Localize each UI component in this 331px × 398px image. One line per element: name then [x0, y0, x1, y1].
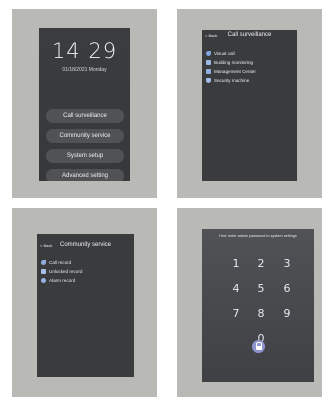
header: < Back Call surveillance: [202, 30, 297, 42]
key-8[interactable]: 8: [251, 307, 271, 320]
key-1[interactable]: 1: [226, 257, 246, 270]
call-record-icon: [41, 260, 46, 265]
menu-item-building-monitoring[interactable]: Building monitoring: [206, 60, 253, 65]
menu-item-label: Unlocked record: [49, 269, 83, 274]
menu-item-label: Call record: [49, 260, 72, 265]
lock-icon-body: [255, 345, 262, 350]
community-service-screen: < Back Community service Call record Unl…: [37, 234, 134, 377]
menu-item-call-record[interactable]: Call record: [41, 260, 71, 265]
panel-call-surveillance: < Back Call surveillance Visual call Bui…: [177, 9, 322, 198]
menu-item-management-center[interactable]: Management Center: [206, 69, 256, 74]
menu-item-label: Security machine: [214, 78, 250, 83]
menu-item-label: Building monitoring: [214, 60, 254, 65]
clock-time: 14 29: [51, 39, 118, 63]
menu-item-alarm-record[interactable]: Alarm record: [41, 278, 75, 283]
shield-icon: [206, 78, 211, 83]
keypad-screen: Hint: enter admin password to system set…: [202, 229, 314, 382]
key-3[interactable]: 3: [277, 257, 297, 270]
phone-icon: [206, 51, 211, 56]
key-7[interactable]: 7: [226, 307, 246, 320]
panel-community-service: < Back Community service Call record Unl…: [12, 208, 157, 397]
clock-date: 01/18/2021 Monday: [62, 67, 107, 73]
header: < Back Community service: [37, 240, 134, 252]
key-6[interactable]: 6: [277, 282, 297, 295]
key-5[interactable]: 5: [251, 282, 271, 295]
panel-home: 14 29 01/18/2021 Monday Call surveillanc…: [12, 9, 157, 198]
menu-item-unlocked-record[interactable]: Unlocked record: [41, 269, 82, 274]
building-icon: [206, 69, 211, 74]
key-4[interactable]: 4: [226, 282, 246, 295]
call-surveillance-button[interactable]: Call surveillance: [46, 109, 124, 123]
page-title: Call surveillance: [227, 32, 272, 38]
menu-item-label: Visual call: [214, 51, 235, 56]
key-9[interactable]: 9: [277, 307, 297, 320]
advanced-setting-button[interactable]: Advanced setting: [46, 169, 124, 181]
password-hint: Hint: enter admin password to system set…: [219, 234, 297, 238]
unlock-button[interactable]: [252, 340, 265, 353]
menu-item-label: Management Center: [214, 69, 256, 74]
panel-keypad: Hint: enter admin password to system set…: [177, 208, 322, 397]
page-title: Community service: [59, 242, 111, 248]
alarm-icon: [41, 278, 46, 283]
menu-item-label: Alarm record: [49, 278, 76, 283]
menu-item-security-machine[interactable]: Security machine: [206, 78, 249, 83]
camera-icon: [206, 60, 211, 65]
home-screen: 14 29 01/18/2021 Monday Call surveillanc…: [39, 28, 130, 181]
system-setup-button[interactable]: System setup: [46, 149, 124, 163]
menu-item-visual-call[interactable]: Visual call: [206, 51, 235, 56]
call-surveillance-screen: < Back Call surveillance Visual call Bui…: [202, 30, 297, 181]
unlock-icon: [41, 269, 46, 274]
community-service-button[interactable]: Community service: [46, 129, 124, 143]
key-2[interactable]: 2: [251, 257, 271, 270]
